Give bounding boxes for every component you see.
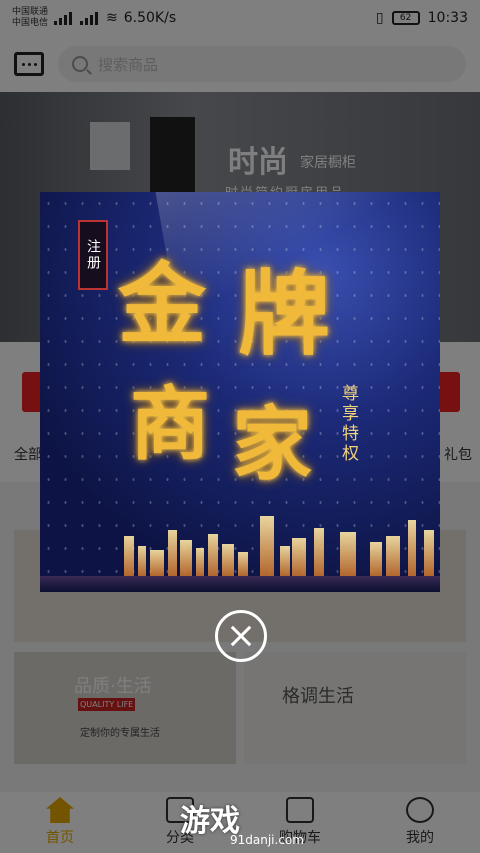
city-skyline-image: [40, 512, 440, 592]
popup-title-char-2: 牌: [238, 260, 331, 368]
popup-title-char-3: 商: [130, 377, 210, 471]
popup-title-char-1: 金: [118, 252, 207, 356]
popup-subtitle: 尊享特权: [338, 384, 358, 464]
register-tag[interactable]: 注册: [78, 220, 108, 290]
popup-title-char-4: 家: [232, 397, 312, 491]
watermark-site: 91danji.com: [230, 833, 304, 847]
close-popup-button[interactable]: [215, 610, 267, 662]
promo-popup[interactable]: 注册 金 牌 商 家 尊享特权: [40, 192, 440, 592]
